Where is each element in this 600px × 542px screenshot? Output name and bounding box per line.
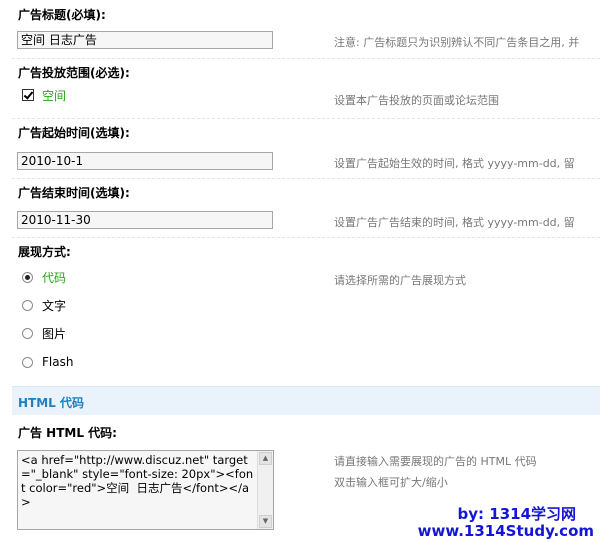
display-mode-code-label[interactable]: 代码 bbox=[42, 269, 66, 286]
textarea-scrollbar[interactable]: ▲ ▼ bbox=[257, 451, 273, 529]
divider bbox=[12, 237, 600, 238]
scope-space-label[interactable]: 空间 bbox=[42, 87, 66, 104]
ad-start-input[interactable]: 2010-10-1 bbox=[17, 152, 273, 170]
display-mode-label: 展现方式: bbox=[18, 245, 71, 259]
ad-scope-label: 广告投放范围(必选): bbox=[18, 66, 130, 80]
divider bbox=[12, 178, 600, 179]
display-mode-text-label[interactable]: 文字 bbox=[42, 297, 66, 314]
ad-start-hint: 设置广告起始生效的时间, 格式 yyyy-mm-dd, 留 bbox=[334, 157, 575, 170]
divider bbox=[12, 118, 600, 119]
watermark-line-1: by: 1314学习网 bbox=[457, 505, 576, 523]
ad-title-input[interactable]: 空间 日志广告 bbox=[17, 31, 273, 49]
ad-end-hint: 设置广告广告结束的时间, 格式 yyyy-mm-dd, 留 bbox=[334, 216, 575, 229]
html-code-section-title: HTML 代码 bbox=[18, 396, 84, 410]
display-mode-image-label[interactable]: 图片 bbox=[42, 325, 66, 342]
scroll-down-arrow-icon[interactable]: ▼ bbox=[259, 515, 272, 528]
display-mode-flash-label[interactable]: Flash bbox=[42, 355, 73, 369]
ad-scope-hint: 设置本广告投放的页面或论坛范围 bbox=[334, 94, 499, 107]
display-mode-text-radio[interactable] bbox=[22, 300, 33, 311]
ad-end-label: 广告结束时间(选填): bbox=[18, 186, 130, 200]
ad-end-input[interactable]: 2010-11-30 bbox=[17, 211, 273, 229]
display-mode-code-radio[interactable] bbox=[22, 272, 33, 283]
display-mode-flash-radio[interactable] bbox=[22, 357, 33, 368]
ad-start-label: 广告起始时间(选填): bbox=[18, 126, 130, 140]
ad-html-code-label: 广告 HTML 代码: bbox=[18, 426, 117, 440]
ad-html-code-text: <a href="http://www.discuz.net" target="… bbox=[21, 453, 254, 509]
display-mode-image-radio[interactable] bbox=[22, 328, 33, 339]
ad-html-code-textarea[interactable]: <a href="http://www.discuz.net" target="… bbox=[17, 450, 274, 530]
ad-title-hint: 注意: 广告标题只为识别辨认不同广告条目之用, 并 bbox=[334, 36, 580, 49]
display-mode-hint: 请选择所需的广告展现方式 bbox=[334, 274, 466, 287]
divider bbox=[12, 58, 600, 59]
scroll-up-arrow-icon[interactable]: ▲ bbox=[259, 452, 272, 465]
scope-space-checkbox[interactable] bbox=[22, 89, 34, 101]
ad-title-label: 广告标题(必填): bbox=[18, 8, 106, 22]
ad-html-code-hint-2: 双击输入框可扩大/缩小 bbox=[334, 476, 448, 489]
html-code-section-header: HTML 代码 bbox=[12, 386, 600, 415]
watermark-line-2: www.1314Study.com bbox=[417, 522, 594, 540]
ad-html-code-hint: 请直接输入需要展现的广告的 HTML 代码 bbox=[334, 455, 537, 468]
